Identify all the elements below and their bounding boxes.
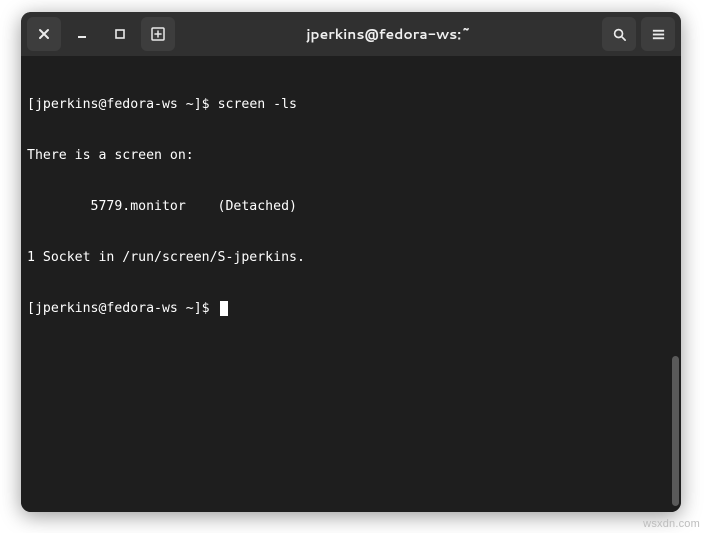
- close-icon: [38, 28, 50, 40]
- command-text: screen -ls: [218, 97, 297, 112]
- maximize-icon: [114, 28, 126, 40]
- terminal-line: 5779.monitor (Detached): [27, 198, 673, 215]
- minimize-icon: [76, 28, 88, 40]
- menu-button[interactable]: [641, 17, 675, 51]
- output-text: There is a screen on:: [27, 148, 194, 163]
- terminal-line: [jperkins@fedora-ws ~]$ screen -ls: [27, 96, 673, 113]
- new-tab-button[interactable]: [141, 17, 175, 51]
- search-button[interactable]: [602, 17, 636, 51]
- terminal-window: jperkins@fedora-ws:~ [jperkins@fedora-ws…: [21, 12, 681, 512]
- titlebar: jperkins@fedora-ws:~: [21, 12, 681, 56]
- maximize-button[interactable]: [103, 17, 137, 51]
- output-text: 5779.monitor (Detached): [27, 199, 297, 214]
- minimize-button[interactable]: [65, 17, 99, 51]
- prompt: [jperkins@fedora-ws ~]$: [27, 301, 218, 316]
- watermark: wsxdn.com: [643, 518, 700, 530]
- cursor: [220, 301, 228, 316]
- new-tab-icon: [150, 26, 166, 42]
- output-text: 1 Socket in /run/screen/S-jperkins.: [27, 250, 305, 265]
- terminal-line: [jperkins@fedora-ws ~]$: [27, 300, 673, 317]
- prompt: [jperkins@fedora-ws ~]$: [27, 97, 218, 112]
- terminal-line: 1 Socket in /run/screen/S-jperkins.: [27, 249, 673, 266]
- hamburger-icon: [651, 27, 666, 42]
- terminal-line: There is a screen on:: [27, 147, 673, 164]
- titlebar-right-group: [602, 17, 675, 51]
- close-button[interactable]: [27, 17, 61, 51]
- scrollbar-thumb[interactable]: [672, 356, 679, 506]
- window-title: jperkins@fedora-ws:~: [179, 24, 598, 44]
- terminal-body[interactable]: [jperkins@fedora-ws ~]$ screen -ls There…: [21, 56, 681, 512]
- search-icon: [612, 27, 627, 42]
